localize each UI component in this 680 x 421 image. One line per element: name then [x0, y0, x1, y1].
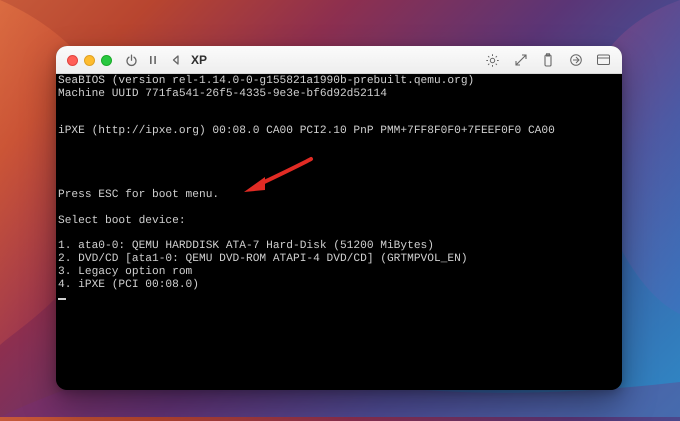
annotation-arrow	[244, 157, 313, 192]
text-cursor	[58, 298, 66, 300]
brightness-icon[interactable]	[484, 52, 500, 68]
console-line: Machine UUID 771fa541-26f5-4335-9e3e-bf6…	[58, 88, 387, 100]
console-line: 1. ata0-0: QEMU HARDDISK ATA-7 Hard-Disk…	[58, 240, 434, 252]
power-icon[interactable]	[124, 52, 138, 68]
pause-icon[interactable]	[148, 52, 158, 68]
console-line: SeaBIOS (version rel-1.14.0-0-g155821a19…	[58, 75, 475, 87]
close-button[interactable]	[67, 55, 78, 66]
console-line: Press ESC for boot menu.	[58, 189, 220, 201]
window-icon[interactable]	[595, 52, 611, 68]
resize-icon[interactable]	[513, 52, 528, 68]
window-title: XP	[191, 53, 208, 67]
console-line: 4. iPXE (PCI 00:08.0)	[58, 279, 199, 291]
window-titlebar[interactable]: XP	[56, 46, 622, 74]
console-line: 3. Legacy option rom	[58, 266, 193, 278]
zoom-button[interactable]	[101, 55, 112, 66]
back-icon[interactable]	[169, 52, 181, 68]
usb-icon[interactable]	[542, 52, 554, 68]
console-line: Select boot device:	[58, 215, 186, 227]
vm-console-screen[interactable]: SeaBIOS (version rel-1.14.0-0-g155821a19…	[56, 74, 622, 390]
bios-console-output: SeaBIOS (version rel-1.14.0-0-g155821a19…	[58, 75, 620, 389]
console-line: 2. DVD/CD [ata1-0: QEMU DVD-ROM ATAPI-4 …	[58, 253, 468, 265]
minimize-button[interactable]	[84, 55, 95, 66]
share-icon[interactable]	[568, 52, 583, 68]
virtual-machine-window[interactable]: XP SeaBIOS (version rel-1.14.0-0-g155821…	[56, 46, 622, 390]
console-line: iPXE (http://ipxe.org) 00:08.0 CA00 PCI2…	[58, 125, 555, 137]
